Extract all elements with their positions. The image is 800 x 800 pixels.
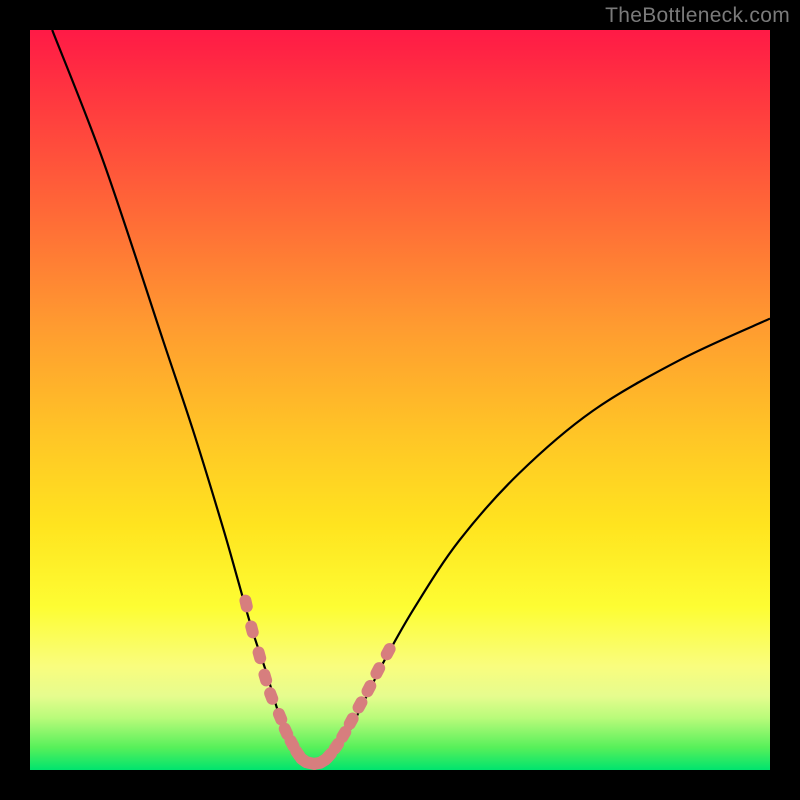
bottleneck-curve [52,30,770,765]
marker-dot [368,660,387,682]
marker-dot [238,593,254,613]
watermark-text: TheBottleneck.com [605,4,790,28]
curve-layer [52,30,770,765]
plot-area [30,30,770,770]
highlight-markers [238,593,398,770]
chart-frame: TheBottleneck.com [0,0,800,800]
marker-dot [244,619,260,639]
bottleneck-chart-svg [30,30,770,770]
marker-dot [359,678,378,700]
marker-dot [262,685,280,706]
marker-dot [379,641,398,663]
marker-dot [251,645,267,666]
